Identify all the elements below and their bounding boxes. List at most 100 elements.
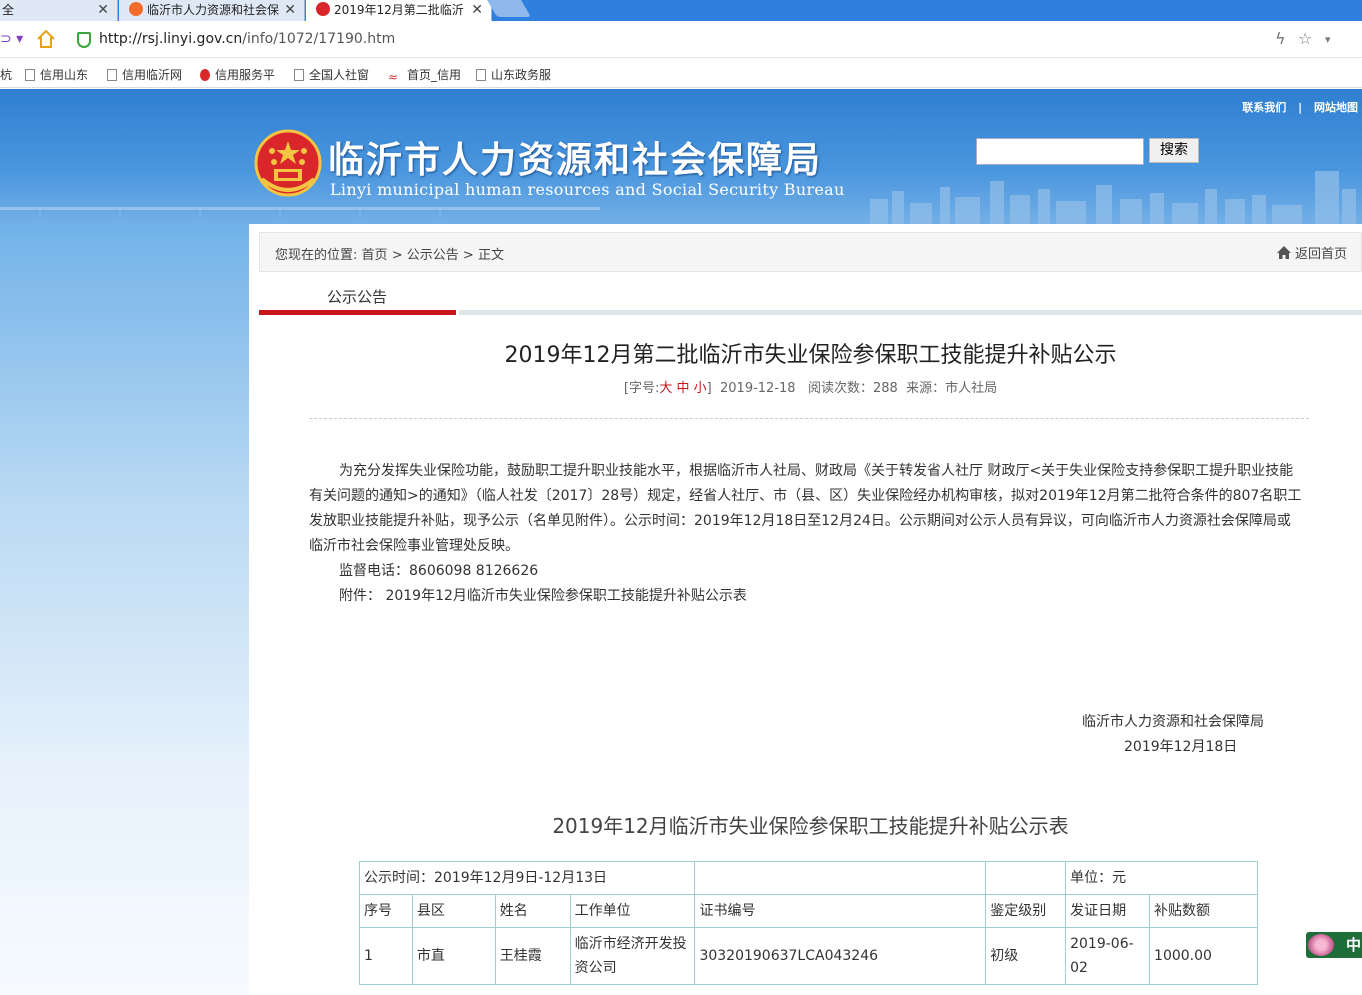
column-header: 补贴数额: [1149, 894, 1258, 928]
browser-tab[interactable]: 全 ✕: [0, 0, 118, 21]
contact-us-link[interactable]: 联系我们: [1242, 101, 1286, 114]
floating-language-widget[interactable]: 中: [1306, 932, 1362, 958]
bookmark-label: 信用山东: [40, 68, 89, 82]
bookmark-label: 杭: [0, 68, 13, 82]
search-input[interactable]: [976, 138, 1144, 165]
font-size-bracket: ]: [706, 381, 712, 396]
column-header: 县区: [411, 894, 496, 928]
page-icon: [294, 69, 304, 81]
browser-tab-active[interactable]: 2019年12月第二批临沂 ✕: [306, 0, 492, 21]
source-label: 来源：: [906, 381, 946, 396]
page-icon: [25, 69, 35, 81]
url-host: http://rsj.linyi.gov.cn: [99, 31, 243, 47]
table-cell: 1: [359, 927, 413, 985]
emblem-favicon-icon: [200, 69, 210, 81]
breadcrumb: 您现在的位置: 首页 > 公示公告 > 正文 返回首页: [259, 232, 1362, 272]
dotted-divider: [309, 418, 1309, 419]
table-cell: 临沂市经济开发投资公司: [569, 927, 696, 985]
page-icon: [107, 69, 117, 81]
font-size-label: [字号:: [623, 381, 660, 396]
back-home-label: 返回首页: [1294, 247, 1347, 262]
table-cell: 市直: [411, 927, 496, 985]
tab-label: 全: [2, 3, 15, 17]
city-skyline-graphic: [870, 171, 1356, 224]
font-medium-link[interactable]: 中: [676, 381, 689, 396]
column-header: 姓名: [494, 894, 571, 928]
article-title: 2019年12月第二批临沂市失业保险参保职工技能提升补贴公示: [504, 343, 1117, 368]
font-large-link[interactable]: 大: [659, 381, 672, 396]
sogou-icon: [129, 2, 143, 16]
bookmark-label: 信用服务平: [215, 68, 276, 82]
home-icon[interactable]: [36, 29, 56, 49]
column-header: 序号: [359, 894, 413, 928]
article-meta: [字号:大 中 小] 2019-12-18 阅读次数：288 来源：市人社局: [259, 377, 1362, 396]
bookmark-item[interactable]: 信用临沂网: [107, 66, 182, 83]
table-cell: [985, 861, 1067, 895]
table-row: 1 市直 王桂霞 临沂市经济开发投资公司 30320190637LCA04324…: [359, 927, 1258, 985]
back-home-link[interactable]: 返回首页: [1276, 243, 1347, 262]
secure-shield-icon: [77, 32, 91, 48]
table-cell: 王桂霞: [494, 927, 571, 985]
column-header: 发证日期: [1065, 894, 1151, 928]
views-label: 阅读次数：: [807, 381, 873, 396]
bookmark-label: 山东政务服: [491, 68, 552, 82]
site-subtitle: Linyi municipal human resources and Soci…: [330, 180, 845, 199]
close-icon[interactable]: ✕: [471, 0, 483, 21]
bookmark-item[interactable]: 信用服务平: [200, 66, 275, 83]
bookmark-item[interactable]: 山东政务服: [476, 66, 551, 83]
back-icon[interactable]: ⊃ ▾: [0, 31, 23, 47]
new-tab-button[interactable]: [487, 0, 531, 17]
breadcrumb-sep: >: [391, 248, 403, 263]
publish-date: 2019-12-18: [720, 381, 796, 396]
signature-org: 临沂市人力资源和社会保障局: [1082, 714, 1264, 730]
breadcrumb-notices[interactable]: 公示公告: [407, 248, 459, 263]
close-icon[interactable]: ✕: [284, 0, 296, 21]
subsidy-table: 公示时间：2019年12月9日-12月13日 单位：元 序号 县区 姓名 工作单…: [358, 861, 1258, 985]
close-icon[interactable]: ✕: [97, 0, 109, 21]
bookmark-item[interactable]: 信用山东: [25, 66, 88, 83]
site-map-link[interactable]: 网站地图: [1314, 101, 1358, 114]
font-small-link[interactable]: 小: [694, 381, 707, 396]
browser-tab[interactable]: 临沂市人力资源和社会保 ✕: [119, 0, 305, 21]
tab-label: 2019年12月第二批临沂: [334, 3, 464, 17]
table-title: 2019年12月临沂市失业保险参保职工技能提升补贴公示表: [552, 814, 1069, 838]
bookmark-label: 首页_信用: [407, 68, 462, 82]
web-page: 联系我们 | 网站地图 临沂市人力资源和社会保障局 Linyi municipa…: [0, 89, 1362, 995]
url-field[interactable]: http://rsj.linyi.gov.cn/info/1072/17190.…: [99, 31, 395, 47]
url-path: /info/1072/17190.htm: [242, 31, 396, 47]
table-row: 公示时间：2019年12月9日-12月13日 单位：元: [358, 861, 1258, 895]
article-paragraph: 为充分发挥失业保险功能，鼓励职工提升职业技能水平，根据临沂市人社局、财政局《关于…: [309, 463, 1302, 554]
credit-logo-icon: ≈: [388, 70, 399, 84]
phone-line: 监督电话：8606098 8126626: [339, 563, 539, 579]
flower-icon: [1308, 934, 1334, 956]
table-unit: 单位：元: [1065, 861, 1258, 895]
breadcrumb-prefix: 您现在的位置:: [275, 248, 358, 263]
article-source: 市人社局: [945, 381, 998, 396]
star-icon[interactable]: ☆: [1298, 29, 1312, 48]
column-header: 鉴定级别: [985, 894, 1067, 928]
breadcrumb-home[interactable]: 首页: [362, 248, 388, 263]
bookmark-item[interactable]: ≈ 首页_信用: [388, 66, 462, 84]
national-emblem-logo: [254, 129, 322, 197]
table-period: 公示时间：2019年12月9日-12月13日: [358, 861, 696, 895]
table-header-row: 序号 县区 姓名 工作单位 证书编号 鉴定级别 发证日期 补贴数额: [359, 894, 1258, 928]
table-cell: 2019-06-02: [1065, 927, 1151, 985]
main-content: 您现在的位置: 首页 > 公示公告 > 正文 返回首页 公示公告 2019年12…: [249, 224, 1362, 995]
breadcrumb-current: 正文: [477, 248, 504, 263]
breadcrumb-sep: >: [462, 248, 474, 263]
attachment-link[interactable]: 附件： 2019年12月临沂市失业保险参保职工技能提升补贴公示表: [309, 584, 1304, 609]
bookmark-item[interactable]: 全国人社窗: [294, 66, 369, 83]
view-count: 288: [872, 381, 898, 396]
browser-tab-bar: 全 ✕ 临沂市人力资源和社会保 ✕ 2019年12月第二批临沂 ✕: [0, 0, 1362, 21]
bookmarks-bar: 杭 信用山东 信用临沂网 信用服务平 全国人社窗 ≈ 首页_信用 山东政务服: [0, 58, 1362, 88]
top-links: 联系我们 | 网站地图: [1238, 99, 1362, 115]
address-bar: ⊃ ▾ http://rsj.linyi.gov.cn/info/1072/17…: [0, 21, 1362, 58]
table-cell: 30320190637LCA043246: [694, 927, 987, 985]
table-cell: 1000.00: [1149, 927, 1258, 985]
lightning-icon[interactable]: ϟ: [1275, 29, 1286, 48]
chevron-down-icon[interactable]: ▾: [1325, 33, 1331, 46]
column-header: 工作单位: [569, 894, 696, 928]
bookmark-item[interactable]: 杭: [0, 66, 12, 83]
separator: |: [1298, 101, 1303, 114]
search-button[interactable]: 搜索: [1149, 138, 1199, 163]
